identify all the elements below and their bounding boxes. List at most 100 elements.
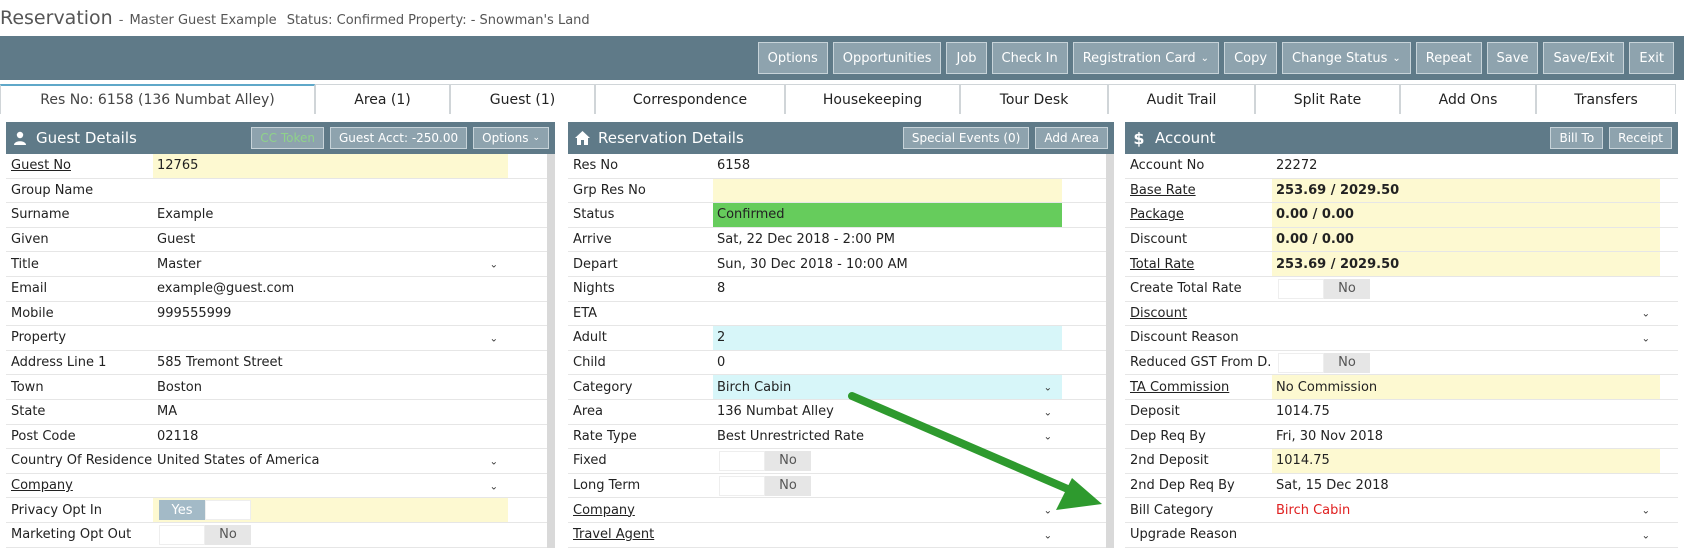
tab-res-no[interactable]: Res No: 6158 (136 Numbat Alley) [0,84,315,114]
chevron-down-icon[interactable]: ⌄ [490,457,498,468]
tab-area[interactable]: Area (1) [315,84,450,114]
field-value[interactable]: Fri, 30 Nov 2018 [1272,425,1660,449]
field-value[interactable] [153,179,508,203]
field-value[interactable]: Master ⌄ [153,252,508,276]
field-value[interactable]: Birch Cabin ⌄ [713,375,1062,399]
tab-guest[interactable]: Guest (1) [450,84,595,114]
scrollbar[interactable] [1106,154,1114,548]
options-button[interactable]: Options [757,42,828,74]
field-value[interactable]: 22272 [1272,154,1660,178]
scrollbar[interactable] [547,154,555,548]
special-events-button[interactable]: Special Events (0) [902,127,1030,149]
check-in-button[interactable]: Check In [991,42,1068,74]
field-value[interactable]: ⌄ [153,326,508,350]
field-value[interactable]: No [1272,351,1660,375]
toggle-off-area[interactable] [1278,278,1324,299]
field-value[interactable]: 1014.75 [1272,449,1660,473]
field-value[interactable]: MA [153,400,508,424]
chevron-down-icon[interactable]: ⌄ [1642,334,1650,345]
add-area-button[interactable]: Add Area [1035,127,1108,149]
field-label[interactable]: Company [6,474,153,498]
field-value[interactable]: 0.00 / 0.00 [1272,203,1660,227]
toggle-no-label[interactable]: No [205,524,251,545]
chevron-down-icon[interactable]: ⌄ [1642,530,1650,541]
chevron-down-icon[interactable]: ⌄ [1044,506,1052,517]
field-value[interactable]: 585 Tremont Street [153,351,508,375]
field-value[interactable]: 12765 [153,154,508,178]
field-value[interactable]: 253.69 / 2029.50 [1272,178,1660,203]
field-label[interactable]: Company [568,498,713,522]
field-value[interactable]: Sat, 15 Dec 2018 [1272,474,1660,498]
field-value[interactable]: ⌄ [1272,302,1660,326]
field-value[interactable]: ⌄ [1272,326,1660,350]
copy-button[interactable]: Copy [1224,42,1278,74]
field-value[interactable]: ⌄ [713,498,1062,522]
field-label[interactable]: Travel Agent [568,523,713,547]
toggle-switch[interactable]: Yes [159,500,251,521]
chevron-down-icon[interactable]: ⌄ [1642,309,1650,320]
guest-options-button[interactable]: Options ⌄ [473,127,549,149]
field-value[interactable]: example@guest.com [153,277,508,301]
field-value[interactable]: 0.00 / 0.00 [1272,227,1660,252]
toggle-off-area[interactable] [719,475,765,496]
chevron-down-icon[interactable]: ⌄ [490,260,498,271]
tab-tour-desk[interactable]: Tour Desk [960,84,1108,114]
field-value[interactable]: 6158 [713,154,1062,178]
field-value[interactable]: Confirmed [713,203,1062,227]
toggle-switch[interactable]: No [719,475,811,496]
field-value[interactable]: No [713,474,1062,498]
repeat-button[interactable]: Repeat [1415,42,1482,74]
field-value[interactable]: ⌄ [153,474,508,498]
field-value[interactable]: Yes [153,498,508,522]
field-label[interactable]: Discount [1125,302,1272,326]
save-button[interactable]: Save [1486,42,1539,74]
chevron-down-icon[interactable]: ⌄ [490,334,498,345]
tab-transfers[interactable]: Transfers [1536,84,1676,114]
toggle-off-area[interactable] [719,450,765,471]
field-value[interactable]: 8 [713,277,1062,301]
field-value[interactable]: Best Unrestricted Rate ⌄ [713,425,1062,449]
field-value[interactable]: ⌄ [1272,523,1660,547]
toggle-no-label[interactable]: No [1324,352,1370,373]
tab-split-rate[interactable]: Split Rate [1255,84,1400,114]
field-label[interactable]: Guest No [6,154,153,178]
change-status-button[interactable]: Change Status ⌄ [1282,42,1411,74]
field-label[interactable]: Base Rate [1125,179,1272,203]
chevron-down-icon[interactable]: ⌄ [1044,383,1052,394]
toggle-yes-label[interactable]: Yes [159,500,205,521]
field-value[interactable]: Guest [153,228,508,252]
chevron-down-icon[interactable]: ⌄ [490,481,498,492]
cc-token-button[interactable]: CC Token [251,127,324,149]
field-value[interactable]: No Commission [1272,375,1660,399]
field-label[interactable]: Package [1125,203,1272,227]
field-value[interactable]: No [153,523,508,547]
field-label[interactable]: TA Commission [1125,375,1272,399]
tab-audit-trail[interactable]: Audit Trail [1108,84,1255,114]
chevron-down-icon[interactable]: ⌄ [1044,530,1052,541]
toggle-no-label[interactable]: No [765,475,811,496]
field-value[interactable]: ⌄ [713,523,1062,547]
field-value[interactable]: Sat, 22 Dec 2018 - 2:00 PM [713,228,1062,252]
field-label[interactable]: Total Rate [1125,252,1272,276]
receipt-button[interactable]: Receipt [1609,127,1672,149]
toggle-off-area[interactable] [1278,352,1324,373]
field-value[interactable] [713,178,1062,203]
field-value[interactable]: 2 [713,326,1062,350]
field-value[interactable]: No [1272,277,1660,301]
field-value[interactable]: No [713,449,1062,473]
field-value[interactable]: 999555999 [153,302,508,326]
tab-add-ons[interactable]: Add Ons [1400,84,1536,114]
toggle-switch[interactable]: No [1278,352,1370,373]
field-value[interactable]: United States of America ⌄ [153,449,508,473]
field-value[interactable]: Example [153,203,508,227]
field-value[interactable]: 253.69 / 2029.50 [1272,252,1660,276]
field-value[interactable]: Birch Cabin ⌄ [1272,498,1660,522]
guest-account-button[interactable]: Guest Acct: -250.00 [330,127,468,149]
field-value[interactable] [713,302,1062,326]
tab-correspondence[interactable]: Correspondence [595,84,785,114]
job-button[interactable]: Job [946,42,987,74]
tab-housekeeping[interactable]: Housekeeping [785,84,960,114]
bill-to-button[interactable]: Bill To [1550,127,1604,149]
toggle-off-area[interactable] [159,524,205,545]
toggle-no-label[interactable]: No [765,450,811,471]
